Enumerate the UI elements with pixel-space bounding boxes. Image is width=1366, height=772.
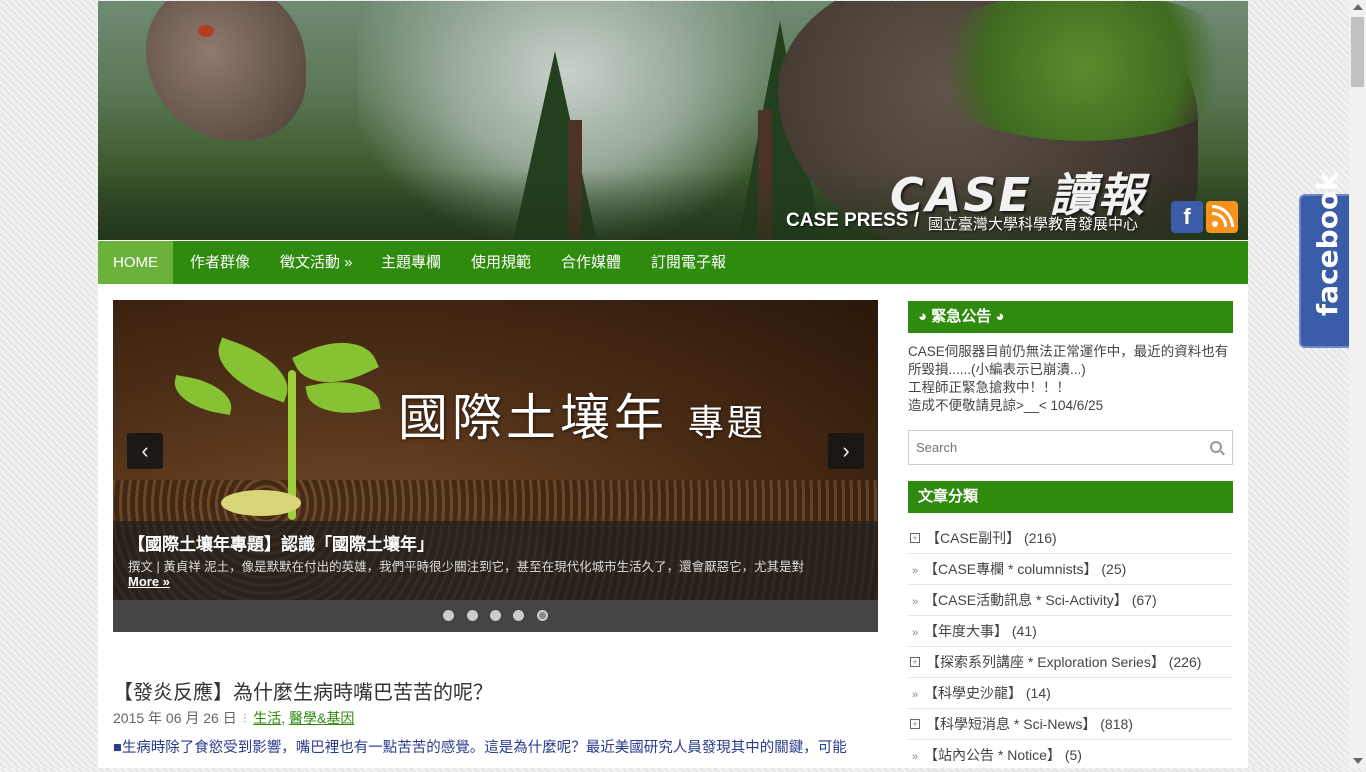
slider-pagination	[113, 608, 878, 626]
bullet-icon: »	[911, 596, 919, 608]
slide-caption: 【國際土壤年專題】認識「國際土壤年」 撰文 | 黃貞祥 泥土，像是默默在付出的英…	[113, 521, 878, 600]
post-title[interactable]: 【發炎反應】為什麼生病時嘴巴苦苦的呢？	[113, 676, 493, 705]
search-box	[908, 430, 1233, 465]
slider-prev-button[interactable]: ‹	[127, 433, 163, 469]
category-label[interactable]: 【站內公告 * Notice】	[924, 747, 1061, 763]
nav-item-topics[interactable]: 主題專欄	[366, 241, 456, 284]
slide-banner-main: 國際土壤年	[398, 389, 668, 447]
facebook-side-tab[interactable]: facebook	[1299, 172, 1349, 348]
category-count: (216)	[1024, 530, 1057, 546]
category-label[interactable]: 【年度大事】	[924, 623, 1008, 639]
nav-item-home[interactable]: HOME	[98, 241, 173, 284]
slide-banner-text: 國際土壤年 專題	[398, 378, 766, 450]
categories-widget-title: 文章分類	[908, 481, 1233, 513]
category-item[interactable]: » 【CASE專欄 * columnists】 (25)	[908, 554, 1233, 585]
slider-dot[interactable]	[490, 610, 501, 621]
category-item[interactable]: + 【CASE副刊】 (216)	[908, 523, 1233, 554]
post-category-link[interactable]: 生活	[253, 710, 281, 726]
slider-dot-active[interactable]	[536, 610, 548, 621]
category-item[interactable]: » 【CASE活動訊息 * Sci-Activity】 (67)	[908, 585, 1233, 616]
category-label[interactable]: 【科學史沙龍】	[924, 685, 1022, 701]
category-label[interactable]: 【探索系列講座 * Exploration Series】	[926, 654, 1165, 670]
post-excerpt: ■生病時除了食慾受到影響，嘴巴裡也有一點苦苦的感覺。這是為什麼呢？最近美國研究人…	[113, 740, 847, 756]
notice-text: CASE伺服器目前仍無法正常運作中，最近的資料也有所毀損......(小編表示已…	[908, 343, 1233, 415]
scroll-thumb[interactable]	[1351, 17, 1364, 87]
bullet-icon: »	[911, 689, 919, 701]
sidebar: ◕ 緊急公告 ◕ CASE伺服器目前仍無法正常運作中，最近的資料也有所毀損...…	[908, 301, 1233, 771]
category-label[interactable]: 【CASE副刊】	[926, 530, 1020, 546]
category-count: (67)	[1131, 592, 1157, 608]
slide-image[interactable]: 國際土壤年 專題 ‹ › 【國際土壤年專題】認識「國際土壤年」 撰文 | 黃貞祥…	[113, 300, 878, 600]
page-container: CASE 讀報 CASE PRESS / 國立臺灣大學科學教育發展中心 f HO…	[98, 1, 1248, 771]
expand-icon[interactable]: +	[910, 719, 920, 730]
facebook-tab-label: facebook	[1311, 172, 1344, 316]
bullet-icon: »	[911, 565, 919, 577]
category-item[interactable]: » 【站內公告 * Notice】 (5)	[908, 740, 1233, 771]
nav-item-usage-rules[interactable]: 使用規範	[456, 241, 546, 284]
nav-item-contest[interactable]: 徵文活動 »	[265, 241, 368, 284]
facebook-icon[interactable]: f	[1171, 201, 1203, 233]
category-label[interactable]: 【CASE專欄 * columnists】	[924, 561, 1097, 577]
slide-banner-small: 專題	[687, 403, 766, 444]
featured-slider: 國際土壤年 專題 ‹ › 【國際土壤年專題】認識「國際土壤年」 撰文 | 黃貞祥…	[113, 300, 878, 632]
search-icon[interactable]	[1210, 441, 1222, 453]
post-category-link[interactable]: 醫學&基因	[289, 710, 354, 726]
notice-line: 工程師正緊急搶救中！！！	[908, 380, 1070, 395]
category-count: (14)	[1025, 685, 1051, 701]
site-header-banner: CASE 讀報 CASE PRESS / 國立臺灣大學科學教育發展中心 f	[98, 1, 1248, 240]
category-label[interactable]: 【CASE活動訊息 * Sci-Activity】	[924, 592, 1128, 608]
category-label[interactable]: 【科學短消息 * Sci-News】	[926, 716, 1096, 732]
category-item[interactable]: + 【探索系列講座 * Exploration Series】 (226)	[908, 647, 1233, 678]
post-meta: 2015 年 06 月 26 日 ⁝ 生活, 醫學&基因	[113, 710, 355, 726]
page-scrollbar[interactable]	[1349, 0, 1366, 768]
main-navigation: HOME 作者群像 徵文活動 » 主題專欄 使用規範 合作媒體 訂閱電子報	[98, 241, 1248, 284]
dinosaur-left-image	[146, 1, 306, 141]
slide-caption-text: 撰文 | 黃貞祥 泥土，像是默默在付出的英雄，我們平時很少關注到它，甚至在現代化…	[128, 560, 805, 574]
site-organization: 國立臺灣大學科學教育發展中心	[928, 216, 1139, 233]
nav-item-authors[interactable]: 作者群像	[175, 241, 265, 284]
slider-dot[interactable]	[466, 610, 478, 621]
notice-line: 造成不便敬請見諒>__< 104/6/25	[908, 398, 1104, 413]
dinosaur-eye	[198, 25, 214, 37]
foliage-image	[918, 1, 1248, 141]
notice-widget-title: ◕ 緊急公告 ◕	[908, 301, 1233, 333]
scroll-down-icon[interactable]	[1353, 758, 1363, 764]
category-list: + 【CASE副刊】 (216) » 【CASE專欄 * columnists】 (…	[908, 523, 1233, 771]
category-count: (226)	[1168, 654, 1202, 670]
search-input[interactable]	[909, 431, 1198, 464]
category-item[interactable]: » 【年度大事】 (41)	[908, 616, 1233, 647]
category-count: (25)	[1101, 561, 1127, 577]
slide-caption-title[interactable]: 【國際土壤年專題】認識「國際土壤年」	[128, 530, 434, 555]
category-count: (5)	[1064, 747, 1082, 763]
scroll-up-icon[interactable]	[1353, 4, 1363, 10]
slider-dot[interactable]	[443, 610, 455, 621]
nav-item-newsletter[interactable]: 訂閱電子報	[636, 241, 741, 284]
category-count: (41)	[1011, 623, 1037, 639]
slider-dot[interactable]	[513, 610, 525, 621]
slide-more-link[interactable]: More »	[128, 574, 170, 589]
sprout-leaf	[170, 375, 236, 415]
site-logo-subtitle: CASE PRESS /	[786, 210, 920, 231]
expand-icon[interactable]: +	[910, 533, 920, 544]
bullet-icon: »	[911, 627, 919, 639]
expand-icon[interactable]: +	[910, 657, 920, 668]
category-item[interactable]: + 【科學短消息 * Sci-News】 (818)	[908, 709, 1233, 740]
category-count: (818)	[1100, 716, 1133, 732]
notice-line: CASE伺服器目前仍無法正常運作中，最近的資料也有所毀損......(小編表示已…	[908, 344, 1229, 377]
post-date: 2015 年 06 月 26 日	[113, 710, 237, 726]
slider-next-button[interactable]: ›	[828, 433, 864, 469]
rss-icon[interactable]	[1206, 201, 1238, 233]
seed-shell	[221, 490, 301, 516]
nav-item-partners[interactable]: 合作媒體	[546, 241, 636, 284]
category-item[interactable]: » 【科學史沙龍】 (14)	[908, 678, 1233, 709]
